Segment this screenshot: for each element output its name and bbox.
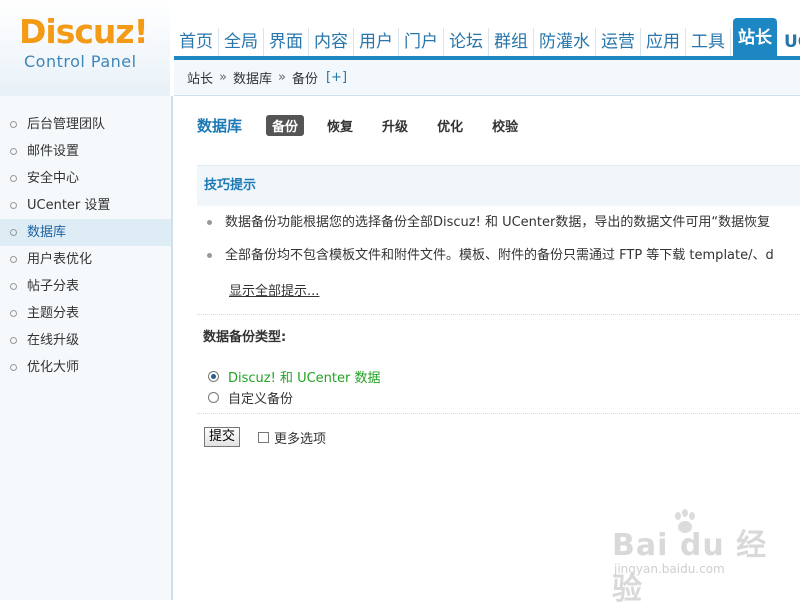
sidebar-item-database[interactable]: 数据库 — [0, 219, 171, 246]
sidebar-item-label: 数据库 — [27, 225, 67, 240]
sidebar-item-mail-settings[interactable]: 邮件设置 — [0, 138, 171, 165]
option-custom-backup[interactable]: 自定义备份 — [208, 388, 293, 407]
bullet-icon — [10, 148, 17, 155]
sub-navigation: 数据库 备份 恢复 升级 优化 校验 — [197, 115, 541, 136]
bullet-icon — [10, 229, 17, 236]
nav-item-global[interactable]: 全局 — [219, 28, 264, 56]
breadcrumb: 站长 » 数据库 » 备份 [+] — [174, 60, 800, 96]
sidebar-item-online-upgrade[interactable]: 在线升级 — [0, 327, 171, 354]
radio-button[interactable] — [208, 371, 219, 382]
nav-item-apps[interactable]: 应用 — [641, 28, 686, 56]
backup-type-label: 数据备份类型: — [203, 330, 287, 345]
sidebar-item-thread-split[interactable]: 主题分表 — [0, 300, 171, 327]
breadcrumb-separator: » — [278, 70, 286, 85]
tip-line: 全部备份均不包含模板文件和附件文件。模板、附件的备份只需通过 FTP 等下载 t… — [197, 241, 800, 271]
tip-line: 数据备份功能根据您的选择备份全部Discuz! 和 UCenter数据，导出的数… — [197, 208, 800, 238]
tip-text: 数据备份功能根据您的选择备份全部Discuz! 和 UCenter数据，导出的数… — [225, 215, 771, 230]
sidebar-item-admin-team[interactable]: 后台管理团队 — [0, 111, 171, 138]
bullet-icon — [10, 364, 17, 371]
nav-item-webmaster[interactable]: 站长 — [733, 18, 777, 56]
page-title: 数据库 — [197, 117, 243, 135]
nav-item-home[interactable]: 首页 — [174, 28, 219, 56]
sidebar-item-user-table-optimize[interactable]: 用户表优化 — [0, 246, 171, 273]
bullet-icon — [10, 310, 17, 317]
tab-upgrade[interactable]: 升级 — [376, 115, 414, 136]
sidebar-item-security-center[interactable]: 安全中心 — [0, 165, 171, 192]
breadcrumb-item-webmaster[interactable]: 站长 — [187, 68, 213, 87]
more-options-checkbox[interactable] — [258, 432, 269, 443]
show-all-tips-link[interactable]: 显示全部提示... — [229, 280, 319, 299]
header: Discuz! Control Panel 首页 全局 界面 内容 用户 门户 … — [0, 0, 800, 96]
sidebar-item-label: 安全中心 — [27, 171, 80, 186]
sidebar-item-label: 邮件设置 — [27, 144, 80, 159]
sidebar-item-post-split[interactable]: 帖子分表 — [0, 273, 171, 300]
nav-item-groups[interactable]: 群组 — [489, 28, 534, 56]
bullet-icon — [10, 202, 17, 209]
add-shortcut-button[interactable]: [+] — [326, 70, 347, 85]
bullet-icon — [10, 283, 17, 290]
tip-text: 全部备份均不包含模板文件和附件文件。模板、附件的备份只需通过 FTP 等下载 t… — [225, 248, 774, 263]
nav-item-content[interactable]: 内容 — [309, 28, 354, 56]
bullet-icon — [207, 253, 212, 258]
breadcrumb-separator: » — [219, 70, 227, 85]
sidebar-item-label: 后台管理团队 — [27, 117, 106, 132]
sidebar-item-optimize-master[interactable]: 优化大师 — [0, 354, 171, 381]
bullet-icon — [10, 256, 17, 263]
option-label: 自定义备份 — [228, 392, 294, 407]
sidebar: 后台管理团队 邮件设置 安全中心 UCenter 设置 数据库 用户表优化 帖子… — [0, 96, 173, 600]
sidebar-item-label: 优化大师 — [27, 360, 80, 375]
bullet-icon — [207, 220, 212, 225]
sidebar-item-label: 用户表优化 — [27, 252, 93, 267]
top-navigation: 首页 全局 界面 内容 用户 门户 论坛 群组 防灌水 运营 应用 工具 站长 … — [174, 18, 800, 56]
sidebar-item-label: 在线升级 — [27, 333, 80, 348]
logo[interactable]: Discuz! Control Panel — [0, 0, 170, 96]
nav-item-portal[interactable]: 门户 — [399, 28, 444, 56]
logo-subtitle: Control Panel — [24, 52, 137, 71]
tab-verify[interactable]: 校验 — [486, 115, 524, 136]
logo-brand: Discuz! — [19, 12, 149, 51]
nav-item-antispam[interactable]: 防灌水 — [534, 28, 596, 56]
bullet-icon — [10, 121, 17, 128]
more-options-toggle[interactable]: 更多选项 — [258, 428, 326, 447]
nav-item-ucenter[interactable]: UC — [779, 28, 800, 56]
option-label: Discuz! 和 UCenter 数据 — [228, 371, 381, 386]
nav-item-operations[interactable]: 运营 — [596, 28, 641, 56]
bullet-icon — [10, 175, 17, 182]
nav-item-users[interactable]: 用户 — [354, 28, 399, 56]
sidebar-item-label: 主题分表 — [27, 306, 80, 321]
bullet-icon — [10, 337, 17, 344]
divider — [197, 314, 800, 315]
tab-restore[interactable]: 恢复 — [321, 115, 359, 136]
tab-backup[interactable]: 备份 — [266, 115, 305, 136]
sidebar-item-label: UCenter 设置 — [27, 198, 111, 213]
nav-item-tools[interactable]: 工具 — [686, 28, 731, 56]
tips-heading: 技巧提示 — [197, 165, 800, 206]
sidebar-item-label: 帖子分表 — [27, 279, 80, 294]
radio-button[interactable] — [208, 392, 219, 403]
nav-item-interface[interactable]: 界面 — [264, 28, 309, 56]
breadcrumb-item-database[interactable]: 数据库 — [233, 68, 272, 87]
option-full-backup[interactable]: Discuz! 和 UCenter 数据 — [208, 367, 380, 386]
nav-item-forum[interactable]: 论坛 — [444, 28, 489, 56]
main-content: 数据库 备份 恢复 升级 优化 校验 技巧提示 数据备份功能根据您的选择备份全部… — [175, 97, 800, 600]
tab-optimize[interactable]: 优化 — [431, 115, 469, 136]
breadcrumb-item-backup: 备份 — [291, 72, 318, 87]
more-options-label: 更多选项 — [274, 432, 327, 447]
submit-button[interactable]: 提交 — [204, 427, 241, 447]
sidebar-item-ucenter-settings[interactable]: UCenter 设置 — [0, 192, 171, 219]
divider — [197, 413, 800, 414]
